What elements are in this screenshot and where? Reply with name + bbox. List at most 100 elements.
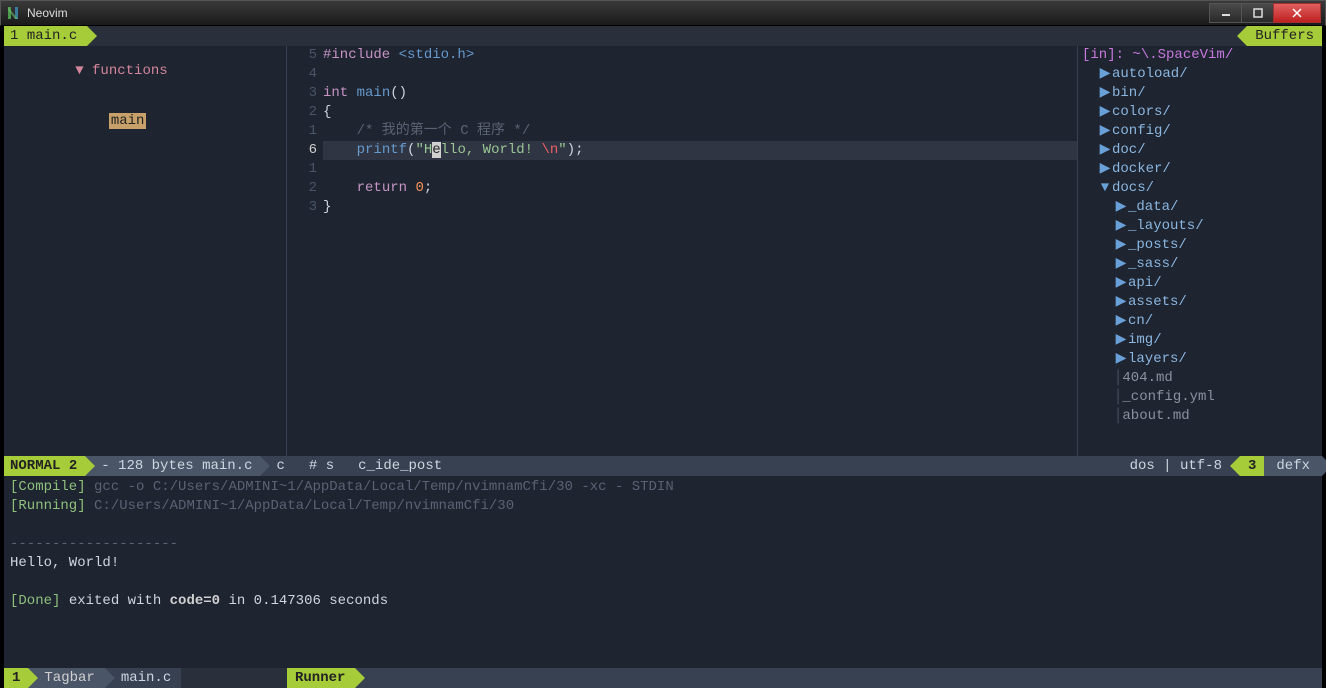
- tree-dir-item[interactable]: ▶ api/: [1078, 274, 1322, 293]
- tree-dir-item[interactable]: ▶ layers/: [1078, 350, 1322, 369]
- chevron-down-icon[interactable]: ▼: [1098, 179, 1112, 198]
- chevron-right-icon[interactable]: ▶: [1114, 274, 1128, 293]
- tree-item-label: docker/: [1112, 160, 1171, 179]
- tree-item-label: _posts/: [1128, 236, 1187, 255]
- tree-file-item[interactable]: │ about.md: [1078, 407, 1322, 426]
- text-cursor: e: [432, 142, 440, 158]
- tree-dir-item[interactable]: ▶ img/: [1078, 331, 1322, 350]
- chevron-right-icon[interactable]: ▶: [1098, 122, 1112, 141]
- close-button[interactable]: [1273, 3, 1321, 23]
- tree-file-item[interactable]: │ 404.md: [1078, 369, 1322, 388]
- tagbar-status-file: main.c: [105, 668, 181, 688]
- window-titlebar: Neovim: [0, 0, 1326, 26]
- tag-seg: c_ide_post: [342, 456, 450, 476]
- tree-vline-icon: │: [1114, 369, 1122, 388]
- chevron-right-icon[interactable]: ▶: [1114, 255, 1128, 274]
- buffers-label[interactable]: Buffers: [1247, 26, 1322, 46]
- tree-item-label: img/: [1128, 331, 1162, 350]
- tree-dir-item[interactable]: ▶ _sass/: [1078, 255, 1322, 274]
- chevron-right-icon[interactable]: ▶: [1098, 84, 1112, 103]
- exit-code: code=0: [170, 593, 220, 609]
- running-label: [Running]: [10, 498, 86, 514]
- chevron-right-icon[interactable]: ▶: [1114, 198, 1128, 217]
- tree-dir-item[interactable]: ▶ docker/: [1078, 160, 1322, 179]
- file-info: - 128 bytes main.c: [85, 456, 260, 476]
- editor-frame: 1 main.c Buffers ▼ functions main 5: [0, 26, 1326, 688]
- tree-dir-item[interactable]: ▼ docs/: [1078, 179, 1322, 198]
- chevron-right-icon[interactable]: ▶: [1114, 331, 1128, 350]
- runner-status-label: Runner: [287, 668, 355, 688]
- tagbar-panel[interactable]: ▼ functions main: [4, 46, 287, 456]
- tagbar-item-main[interactable]: main: [109, 113, 147, 129]
- chevron-right-icon[interactable]: ▶: [1114, 350, 1128, 369]
- tagbar-fold-icon[interactable]: ▼: [75, 63, 92, 79]
- runner-panel[interactable]: [Compile] gcc -o C:/Users/ADMINI~1/AppDa…: [4, 476, 1322, 668]
- code-area[interactable]: #include <stdio.h> int main() { /* 我的第一个…: [323, 46, 1077, 217]
- tab-filename: main.c: [27, 28, 77, 44]
- encoding-seg: dos | utf-8: [1122, 456, 1230, 476]
- mode-indicator: NORMAL 2: [4, 456, 85, 476]
- code-editor[interactable]: 5 4 3 2 1 6 1 2 3 #include <stdio.h> int…: [287, 46, 1077, 456]
- tree-dir-item[interactable]: ▶ _data/: [1078, 198, 1322, 217]
- tree-vline-icon: │: [1114, 407, 1122, 426]
- tree-item-label: _config.yml: [1122, 388, 1214, 407]
- running-cmd: C:/Users/ADMINI~1/AppData/Local/Temp/nvi…: [94, 498, 514, 514]
- tab-main-c[interactable]: 1 main.c: [4, 26, 87, 46]
- neovim-icon: [5, 5, 21, 21]
- right-win-num: 3: [1240, 456, 1264, 476]
- tree-item-label: _layouts/: [1128, 217, 1204, 236]
- main-area: ▼ functions main 5 4 3 2 1 6 1 2 3: [4, 46, 1322, 456]
- tree-dir-item[interactable]: ▶ assets/: [1078, 293, 1322, 312]
- tree-dir-item[interactable]: ▶ colors/: [1078, 103, 1322, 122]
- tree-item-label: api/: [1128, 274, 1162, 293]
- runner-divider: --------------------: [10, 535, 1316, 554]
- file-tree[interactable]: [in]: ~\.SpaceVim/ ▶ autoload/▶ bin/▶ co…: [1077, 46, 1322, 456]
- tabline: 1 main.c Buffers: [4, 26, 1322, 46]
- window-buttons: [1210, 3, 1321, 23]
- runner-output: Hello, World!: [10, 554, 1316, 573]
- tree-item-label: layers/: [1128, 350, 1187, 369]
- chevron-right-icon[interactable]: ▶: [1114, 217, 1128, 236]
- tree-dir-item[interactable]: ▶ doc/: [1078, 141, 1322, 160]
- tree-dir-item[interactable]: ▶ autoload/: [1078, 65, 1322, 84]
- tree-item-label: 404.md: [1122, 369, 1172, 388]
- tree-file-item[interactable]: │ _config.yml: [1078, 388, 1322, 407]
- tree-item-label: doc/: [1112, 141, 1146, 160]
- maximize-button[interactable]: [1241, 3, 1274, 23]
- bottom-statusline: 1 Tagbar main.c Runner: [4, 668, 1322, 688]
- tagbar-heading: functions: [92, 63, 168, 79]
- tree-item-label: _data/: [1128, 198, 1178, 217]
- compile-cmd: gcc -o C:/Users/ADMINI~1/AppData/Local/T…: [94, 479, 674, 495]
- tree-item-label: _sass/: [1128, 255, 1178, 274]
- chevron-right-icon[interactable]: ▶: [1098, 141, 1112, 160]
- compile-label: [Compile]: [10, 479, 86, 495]
- done-label: [Done]: [10, 593, 60, 609]
- chevron-right-icon[interactable]: ▶: [1098, 103, 1112, 122]
- current-line: printf("Hello, World! \n");: [323, 141, 1077, 160]
- tree-item-label: assets/: [1128, 293, 1187, 312]
- chevron-right-icon[interactable]: ▶: [1114, 293, 1128, 312]
- tree-dir-item[interactable]: ▶ config/: [1078, 122, 1322, 141]
- gutter: 5 4 3 2 1 6 1 2 3: [287, 46, 323, 217]
- tree-dir-item[interactable]: ▶ _layouts/: [1078, 217, 1322, 236]
- tagbar-win-num: 1: [4, 668, 28, 688]
- minimize-button[interactable]: [1209, 3, 1242, 23]
- chevron-right-icon[interactable]: ▶: [1098, 65, 1112, 84]
- tree-item-label: autoload/: [1112, 65, 1188, 84]
- window-title: Neovim: [27, 6, 1210, 20]
- right-panel-label: defx: [1264, 456, 1322, 476]
- editor-statusline: NORMAL 2 - 128 bytes main.c c # s c_ide_…: [4, 456, 1322, 476]
- tree-item-label: colors/: [1112, 103, 1171, 122]
- tab-number: 1: [10, 28, 18, 44]
- chevron-right-icon[interactable]: ▶: [1114, 312, 1128, 331]
- tree-dir-item[interactable]: ▶ bin/: [1078, 84, 1322, 103]
- chevron-right-icon[interactable]: ▶: [1098, 160, 1112, 179]
- tree-header: [in]: ~\.SpaceVim/: [1078, 46, 1322, 65]
- tree-item-label: docs/: [1112, 179, 1154, 198]
- chevron-right-icon[interactable]: ▶: [1114, 236, 1128, 255]
- tree-dir-item[interactable]: ▶ cn/: [1078, 312, 1322, 331]
- tree-item-label: bin/: [1112, 84, 1146, 103]
- tree-item-label: config/: [1112, 122, 1171, 141]
- tree-item-label: cn/: [1128, 312, 1153, 331]
- tree-dir-item[interactable]: ▶ _posts/: [1078, 236, 1322, 255]
